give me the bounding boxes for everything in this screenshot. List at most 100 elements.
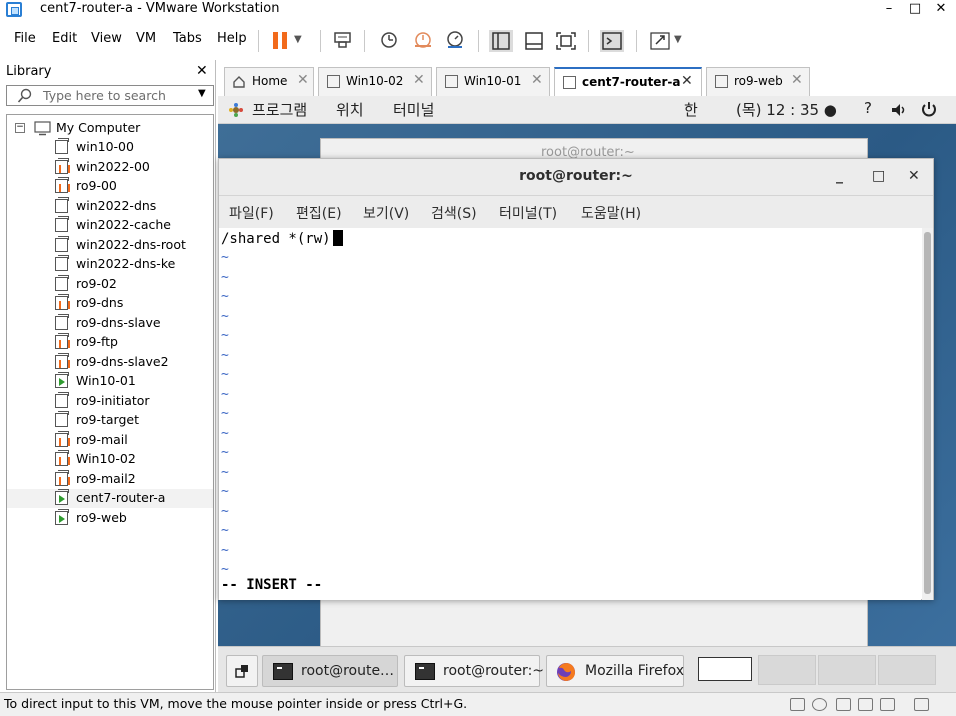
library-search-input[interactable]: Type here to search ▼	[6, 85, 214, 106]
terminal-icon	[273, 663, 293, 680]
terminal-scrollbar[interactable]	[922, 228, 933, 600]
taskbar-label: root@route…	[301, 663, 395, 679]
tree-item-vm[interactable]: ro9-02	[7, 274, 213, 294]
tree-item-vm[interactable]: Win10-01	[7, 372, 213, 391]
terminal-menu-bar: 파일(F) 편집(E) 보기(V) 검색(S) 터미널(T) 도움말(H)	[219, 196, 933, 228]
menu-file[interactable]: File	[14, 31, 36, 46]
send-ctrl-alt-del-icon[interactable]	[332, 30, 356, 52]
taskbar-item-terminal-2[interactable]: root@router:~	[404, 655, 544, 687]
vm-console[interactable]: 7 프로그램 위치 터미널 한 (목) 12 : 35 ● ? root@rou…	[218, 96, 956, 692]
dropdown-icon[interactable]: ▼	[294, 30, 318, 52]
tree-item-vm[interactable]: win2022-cache	[7, 216, 213, 235]
help-icon[interactable]: ?	[864, 99, 872, 117]
library-close-button[interactable]: ✕	[196, 63, 208, 79]
terminal-menu-file[interactable]: 파일(F)	[229, 203, 274, 223]
tree-item-vm[interactable]: ro9-dns	[7, 294, 213, 313]
terminal-menu-search[interactable]: 검색(S)	[431, 203, 477, 223]
taskbar-item-terminal-1[interactable]: root@route…	[262, 655, 398, 687]
terminal-text-area[interactable]: /shared *(rw) ~ ~ ~ ~ ~ ~ ~ ~ ~ ~ ~ ~ ~ ~ ~ ~ ~ -- INSER…	[219, 228, 921, 600]
tree-item-vm[interactable]: win2022-dns-root	[7, 235, 213, 255]
taskbar-item-firefox[interactable]: Mozilla Firefox	[546, 655, 684, 687]
revert-snapshot-icon[interactable]	[412, 30, 436, 52]
tab-cent7-router-a[interactable]: cent7-router-a ✕	[554, 67, 702, 97]
vim-empty-line-marker: ~	[221, 308, 229, 324]
tab-close-icon[interactable]: ✕	[413, 72, 425, 88]
menu-view[interactable]: View	[91, 31, 122, 46]
tree-root-label: My Computer	[56, 120, 141, 135]
tree-item-vm[interactable]: ro9-00	[7, 177, 213, 196]
tab-close-icon[interactable]: ✕	[681, 73, 693, 89]
hard-disk-icon[interactable]	[790, 698, 805, 711]
thumbnail-view-icon[interactable]	[522, 30, 546, 52]
terminal-minimize-button[interactable]: _	[836, 168, 843, 184]
fullscreen-icon[interactable]	[554, 30, 578, 52]
pause-icon[interactable]	[270, 30, 294, 52]
network-adapter-icon[interactable]	[836, 698, 851, 711]
tree-item-label: win2022-dns	[76, 197, 157, 213]
tab-home[interactable]: Home ✕	[224, 67, 314, 96]
tree-item-vm[interactable]: cent7-router-a	[7, 489, 213, 508]
console-icon[interactable]	[600, 30, 624, 52]
tree-item-label: ro9-ftp	[76, 334, 118, 349]
tree-item-vm[interactable]: ro9-dns-slave2	[7, 352, 213, 372]
menu-vm[interactable]: VM	[136, 31, 156, 46]
menu-edit[interactable]: Edit	[52, 31, 77, 46]
network-adapter-3-icon[interactable]	[880, 698, 895, 711]
menu-help[interactable]: Help	[217, 31, 247, 46]
tab-win10-02[interactable]: Win10-02 ✕	[318, 67, 432, 96]
terminal-close-button[interactable]: ✕	[908, 168, 920, 184]
scrollbar-thumb[interactable]	[924, 232, 931, 594]
menu-tabs[interactable]: Tabs	[173, 31, 202, 46]
vm-off-icon	[55, 411, 69, 427]
terminal-menu-help[interactable]: 도움말(H)	[581, 203, 641, 223]
tree-item-vm[interactable]: ro9-ftp	[7, 333, 213, 352]
tab-close-icon[interactable]: ✕	[531, 72, 543, 88]
show-desktop-button[interactable]	[226, 655, 258, 687]
applications-menu[interactable]: 프로그램	[252, 99, 307, 120]
tree-item-vm[interactable]: ro9-web	[7, 508, 213, 528]
terminal-menu[interactable]: 터미널	[393, 99, 434, 120]
input-method-indicator[interactable]: 한	[684, 99, 698, 120]
search-dropdown-icon[interactable]: ▼	[198, 88, 206, 99]
tree-item-vm[interactable]: ro9-target	[7, 411, 213, 430]
workspace-1[interactable]	[698, 657, 752, 681]
stretch-icon[interactable]	[648, 30, 672, 52]
tab-close-icon[interactable]: ✕	[297, 72, 309, 88]
terminal-maximize-button[interactable]: □	[872, 168, 885, 184]
cd-dvd-icon[interactable]	[812, 698, 827, 711]
terminal-menu-edit[interactable]: 편집(E)	[296, 203, 342, 223]
snapshot-icon[interactable]	[378, 30, 402, 52]
tree-item-vm[interactable]: win2022-dns	[7, 196, 213, 216]
minimize-button[interactable]: –	[878, 0, 900, 20]
tree-root-my-computer[interactable]: − My Computer	[7, 119, 213, 138]
tree-item-vm[interactable]: ro9-mail	[7, 430, 213, 450]
tree-item-vm[interactable]: ro9-initiator	[7, 391, 213, 411]
clock[interactable]: (목) 12 : 35 ●	[736, 99, 837, 120]
workspace-2[interactable]	[758, 655, 816, 685]
dropdown-icon[interactable]: ▼	[674, 30, 698, 52]
collapse-icon[interactable]: −	[15, 123, 25, 133]
volume-icon[interactable]	[890, 101, 908, 119]
network-adapter-2-icon[interactable]	[858, 698, 873, 711]
tree-item-vm[interactable]: ro9-dns-slave	[7, 313, 213, 333]
power-icon[interactable]	[920, 100, 938, 118]
maximize-button[interactable]: □	[904, 0, 926, 20]
tree-item-vm[interactable]: Win10-02	[7, 450, 213, 469]
terminal-menu-view[interactable]: 보기(V)	[363, 203, 409, 223]
terminal-menu-terminal[interactable]: 터미널(T)	[499, 203, 557, 223]
tree-item-vm[interactable]: ro9-mail2	[7, 469, 213, 489]
message-log-icon[interactable]	[914, 698, 929, 711]
tab-win10-01[interactable]: Win10-01 ✕	[436, 67, 550, 96]
places-menu[interactable]: 위치	[336, 99, 364, 120]
close-button[interactable]: ✕	[930, 0, 952, 20]
tree-item-vm[interactable]: win10-00	[7, 138, 213, 157]
terminal-window[interactable]: root@router:~ _ □ ✕ 파일(F) 편집(E) 보기(V) 검색…	[218, 158, 934, 600]
tab-close-icon[interactable]: ✕	[791, 72, 803, 88]
workspace-3[interactable]	[818, 655, 876, 685]
tree-item-vm[interactable]: win2022-dns-ke	[7, 255, 213, 274]
snapshot-manager-icon[interactable]	[444, 30, 468, 52]
tree-item-vm[interactable]: win2022-00	[7, 157, 213, 177]
workspace-4[interactable]	[878, 655, 936, 685]
tab-ro9-web[interactable]: ro9-web ✕	[706, 67, 810, 96]
library-view-icon[interactable]	[489, 30, 513, 52]
